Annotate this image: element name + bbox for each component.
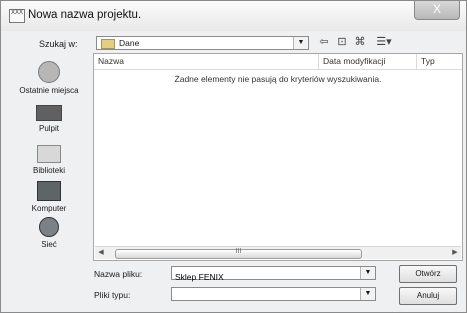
look-in-combo[interactable]: Dane ▼ xyxy=(96,36,309,50)
column-date[interactable]: Data modyfikacji xyxy=(319,54,417,69)
chevron-down-icon[interactable]: ▼ xyxy=(360,288,375,300)
open-button[interactable]: Otwórz xyxy=(399,265,457,283)
column-name[interactable]: Nazwa xyxy=(94,54,319,69)
file-name-label: Nazwa pliku: xyxy=(94,269,143,279)
place-network[interactable]: Sieć xyxy=(9,217,89,249)
place-label: Pulpit xyxy=(38,124,59,133)
look-in-value: Dane xyxy=(119,38,140,48)
dialog-title: Nowa nazwa projektu. xyxy=(28,9,142,21)
back-arrow-icon[interactable]: ⇦ xyxy=(317,36,331,48)
file-type-select[interactable]: ▼ xyxy=(171,287,376,301)
folder-icon xyxy=(101,39,115,49)
column-type[interactable]: Typ xyxy=(417,54,462,69)
place-computer[interactable]: Komputer xyxy=(9,181,89,213)
recent-places-icon xyxy=(38,61,60,83)
file-name-field[interactable]: ▼ xyxy=(171,266,376,283)
new-folder-icon[interactable]: ⌘ xyxy=(353,36,367,48)
file-type-label: Pliki typu: xyxy=(94,290,131,300)
list-header: Nazwa Data modyfikacji Typ xyxy=(94,54,462,70)
desktop-icon xyxy=(36,105,62,121)
open-dialog-window: XXX Nowa nazwa projektu. X Szukaj w: Dan… xyxy=(0,0,467,313)
look-in-label: Szukaj w: xyxy=(39,39,78,49)
libraries-icon xyxy=(37,145,61,163)
computer-icon xyxy=(37,181,61,201)
places-bar: Ostatnie miejsca Pulpit Biblioteki Kompu… xyxy=(9,53,89,263)
place-label: Ostatnie miejsca xyxy=(19,86,79,95)
title-bar: XXX Nowa nazwa projektu. X xyxy=(1,1,466,31)
place-recent[interactable]: Ostatnie miejsca xyxy=(9,61,89,95)
cancel-button[interactable]: Anuluj xyxy=(399,287,457,305)
file-list[interactable]: Nazwa Data modyfikacji Typ Żadne element… xyxy=(93,53,463,261)
place-label: Biblioteki xyxy=(32,166,65,175)
view-menu-icon[interactable]: ☰▾ xyxy=(373,36,395,48)
place-libraries[interactable]: Biblioteki xyxy=(9,145,89,175)
place-desktop[interactable]: Pulpit xyxy=(9,105,89,133)
place-label: Sieć xyxy=(41,240,57,249)
thumb-grip-icon: III xyxy=(235,248,242,255)
file-name-input[interactable] xyxy=(172,271,348,283)
app-icon: XXX xyxy=(9,9,25,23)
horizontal-scrollbar[interactable]: ◀ III ▶ xyxy=(95,246,461,259)
chevron-down-icon[interactable]: ▼ xyxy=(360,267,375,279)
scroll-left-icon[interactable]: ◀ xyxy=(95,247,107,259)
network-icon xyxy=(39,217,59,237)
close-button[interactable]: X xyxy=(414,1,460,20)
scroll-thumb[interactable]: III xyxy=(115,248,362,259)
empty-message: Żadne elementy nie pasują do kryteriów w… xyxy=(174,74,382,84)
place-label: Komputer xyxy=(31,204,67,213)
scroll-right-icon[interactable]: ▶ xyxy=(449,247,461,259)
chevron-down-icon[interactable]: ▼ xyxy=(293,37,308,49)
up-folder-icon[interactable]: ⊡ xyxy=(335,36,349,48)
